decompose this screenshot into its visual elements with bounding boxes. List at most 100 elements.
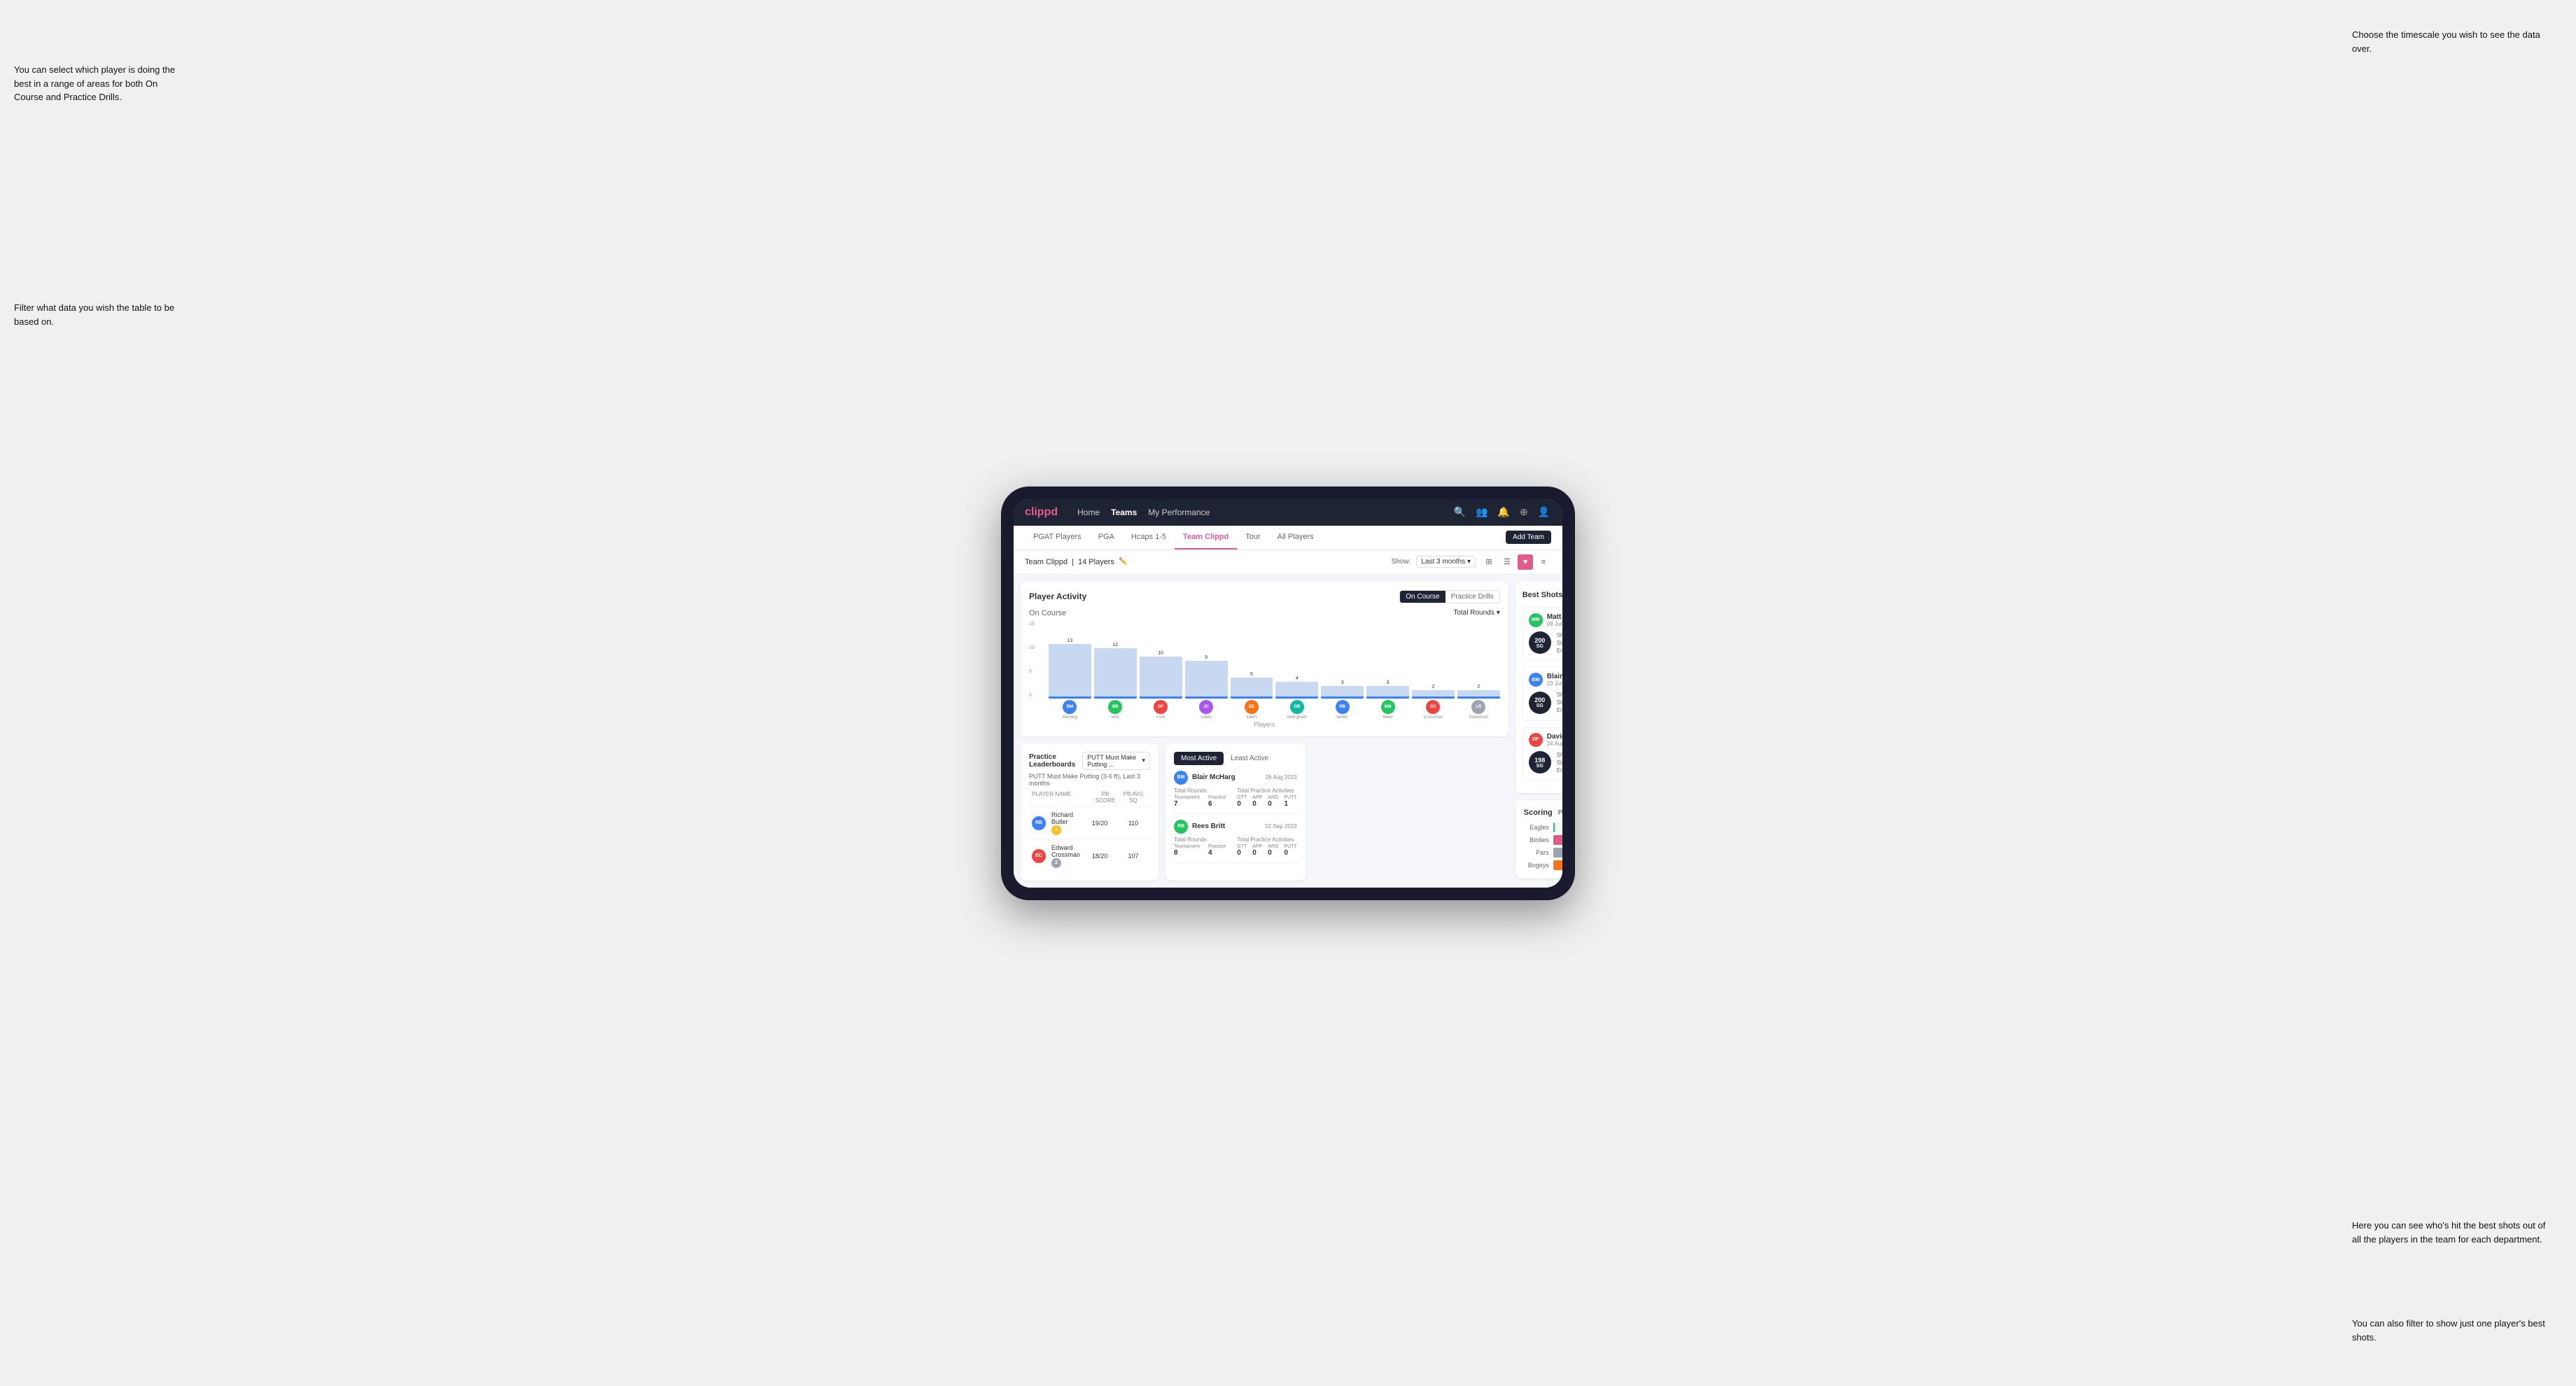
bell-icon[interactable]: 🔔: [1496, 505, 1511, 519]
best-shots-title: Best Shots: [1522, 591, 1562, 599]
scoring-bar-bg: [1553, 860, 1562, 870]
bottom-row: Practice Leaderboards PUTT Must Make Put…: [1021, 743, 1508, 881]
scoring-row: Eagles 3: [1524, 822, 1562, 832]
player-activity-card: Player Activity On Course Practice Drill…: [1021, 582, 1508, 736]
scoring-bar-bg: [1553, 835, 1562, 845]
annotation-bottom-right: Here you can see who's hit the best shot…: [2352, 1219, 2548, 1246]
practice-lb-title: Practice Leaderboards: [1029, 753, 1082, 769]
scoring-par-filter[interactable]: Par 3, 4 & 5s ▾: [1558, 809, 1562, 817]
tab-hcaps[interactable]: Hcaps 1-5: [1123, 526, 1175, 550]
list-view-icon[interactable]: ☰: [1499, 554, 1515, 570]
tab-pga[interactable]: PGA: [1090, 526, 1123, 550]
shot-card: MM Matt Miller 09 Jun 2023 · Royal North…: [1522, 607, 1562, 662]
team-name-label: Team Clippd | 14 Players ✏️: [1025, 558, 1127, 566]
ma-player-header: RB Rees Britt 02 Sep 2023: [1174, 820, 1297, 834]
shot-player-detail: 23 Jul 2023 · Ashridge GC, Hole 15: [1547, 680, 1562, 687]
team-name-text: Team Clippd: [1025, 558, 1068, 566]
ma-activities-label: Total Practice Activities: [1237, 788, 1296, 794]
ma-app: 0: [1252, 800, 1262, 808]
shot-player-avatar: MM: [1529, 613, 1543, 627]
nav-home[interactable]: Home: [1077, 505, 1100, 520]
scoring-row: Bogeys 311: [1524, 860, 1562, 870]
scoring-bar: [1553, 860, 1562, 870]
shot-card: BM Blair McHarg 23 Jul 2023 · Ashridge G…: [1522, 666, 1562, 721]
lb-row: EC Edward Crossman 2 18/20 107: [1029, 839, 1150, 872]
team-header: Team Clippd | 14 Players ✏️ Show: Last 3…: [1014, 550, 1562, 575]
show-timescale-select[interactable]: Last 3 months ▾: [1416, 556, 1476, 568]
scoring-category-label: Birdies: [1524, 836, 1549, 844]
shot-info: Shot Dist: 16 ydsStart Lie: RoughEnd Lie…: [1557, 751, 1562, 775]
ma-player-name: Blair McHarg: [1192, 774, 1261, 781]
most-active-header: Most Active Least Active: [1174, 752, 1297, 765]
ma-tournament: 8: [1174, 849, 1200, 857]
shot-cards: MM Matt Miller 09 Jun 2023 · Royal North…: [1522, 607, 1562, 781]
plus-circle-icon[interactable]: ⊕: [1518, 505, 1530, 519]
sub-nav: PGAT Players PGA Hcaps 1-5 Team Clippd T…: [1014, 526, 1562, 550]
tab-all-players[interactable]: All Players: [1269, 526, 1322, 550]
most-active-players: BM Blair McHarg 26 Aug 2023 Total Rounds…: [1174, 771, 1297, 863]
shot-player-name: Matt Miller: [1547, 613, 1562, 621]
shot-card: DF David Ford 24 Aug 2023 · Royal North …: [1522, 727, 1562, 781]
scoring-bar: [1553, 848, 1562, 858]
shot-player-info: MM Matt Miller 09 Jun 2023 · Royal North…: [1529, 613, 1562, 627]
ma-player-header: BM Blair McHarg 26 Aug 2023: [1174, 771, 1297, 785]
ma-player-name: Rees Britt: [1192, 822, 1261, 830]
ma-player-section: RB Rees Britt 02 Sep 2023 Total Rounds T…: [1174, 820, 1297, 863]
chart-section-header: On Course Total Rounds ▾: [1029, 609, 1500, 617]
edit-team-icon[interactable]: ✏️: [1119, 558, 1127, 566]
lb-avg-score: 110: [1119, 820, 1147, 827]
ma-rounds-label: Total Rounds: [1174, 788, 1226, 794]
logo: clippd: [1025, 506, 1058, 519]
tab-most-active[interactable]: Most Active: [1174, 752, 1224, 765]
add-team-button[interactable]: Add Team: [1506, 531, 1551, 544]
main-content: Player Activity On Course Practice Drill…: [1014, 575, 1562, 888]
on-course-label: On Course: [1029, 609, 1066, 617]
user-avatar-icon[interactable]: 👤: [1536, 505, 1551, 519]
ma-app: 0: [1252, 849, 1262, 857]
lb-rank-badge: 2: [1051, 858, 1061, 868]
scoring-bar-bg: [1553, 848, 1562, 858]
shot-player-name: Blair McHarg: [1547, 673, 1562, 680]
tab-team-clippd[interactable]: Team Clippd: [1175, 526, 1237, 550]
lb-avatar: EC: [1032, 849, 1046, 863]
lb-avg-score: 107: [1119, 853, 1147, 860]
table-view-icon[interactable]: ≡: [1536, 554, 1551, 570]
show-label: Show:: [1392, 558, 1411, 566]
shot-player-avatar: BM: [1529, 673, 1543, 687]
nav-items: Home Teams My Performance: [1077, 505, 1438, 520]
scoring-chart: Eagles 3 Birdies 96 Pars 499: [1524, 822, 1562, 870]
toggle-on-course[interactable]: On Course: [1400, 591, 1445, 603]
player-activity-title: Player Activity: [1029, 592, 1086, 601]
tab-tour[interactable]: Tour: [1237, 526, 1268, 550]
shot-details: 200 SG Shot Dist: 67 ydsStart Lie: Rough…: [1529, 631, 1562, 655]
ma-rounds-label: Total Rounds: [1174, 836, 1226, 843]
ma-avatar: BM: [1174, 771, 1188, 785]
shot-sg-badge: 198 SG: [1529, 751, 1551, 774]
search-icon[interactable]: 🔍: [1452, 505, 1467, 519]
player-activity-header: Player Activity On Course Practice Drill…: [1029, 590, 1500, 603]
tablet-screen: clippd Home Teams My Performance 🔍 👥 🔔 ⊕…: [1014, 499, 1562, 888]
view-icons: ⊞ ☰ ♥ ≡: [1481, 554, 1551, 570]
scoring-category-label: Bogeys: [1524, 862, 1549, 869]
users-icon[interactable]: 👥: [1474, 505, 1489, 519]
best-shots-header: Best Shots All Shots ▾ | All Players ▾: [1522, 589, 1562, 601]
toggle-practice[interactable]: Practice Drills: [1446, 591, 1499, 603]
lb-rank-badge: 1: [1051, 825, 1061, 835]
scoring-title: Scoring: [1524, 808, 1553, 817]
nav-teams[interactable]: Teams: [1111, 505, 1137, 520]
ma-date: 26 Aug 2023: [1266, 774, 1297, 780]
lb-pb-score: 19/20: [1086, 820, 1114, 827]
tab-least-active[interactable]: Least Active: [1224, 752, 1275, 765]
card-view-icon[interactable]: ♥: [1518, 554, 1533, 570]
grid-view-icon[interactable]: ⊞: [1481, 554, 1497, 570]
practice-lb-dropdown[interactable]: PUTT Must Make Putting ... ▾: [1082, 752, 1150, 770]
lb-col-headers: PLAYER NAME PB SCORE PB AVG SQ: [1029, 791, 1150, 804]
shot-player-info: DF David Ford 24 Aug 2023 · Royal North …: [1529, 733, 1562, 747]
team-player-count: 14 Players: [1078, 558, 1114, 566]
tab-pgat-players[interactable]: PGAT Players: [1025, 526, 1090, 550]
best-shots-panel: Best Shots All Shots ▾ | All Players ▾: [1516, 582, 1562, 794]
nav-my-performance[interactable]: My Performance: [1148, 505, 1210, 520]
scoring-header: Scoring Par 3, 4 & 5s ▾ All Players ▾: [1524, 808, 1562, 817]
chart-dropdown[interactable]: Total Rounds ▾: [1453, 609, 1499, 617]
lb-rows: RB Richard Butler 1 19/20 110 EC Edward …: [1029, 806, 1150, 872]
